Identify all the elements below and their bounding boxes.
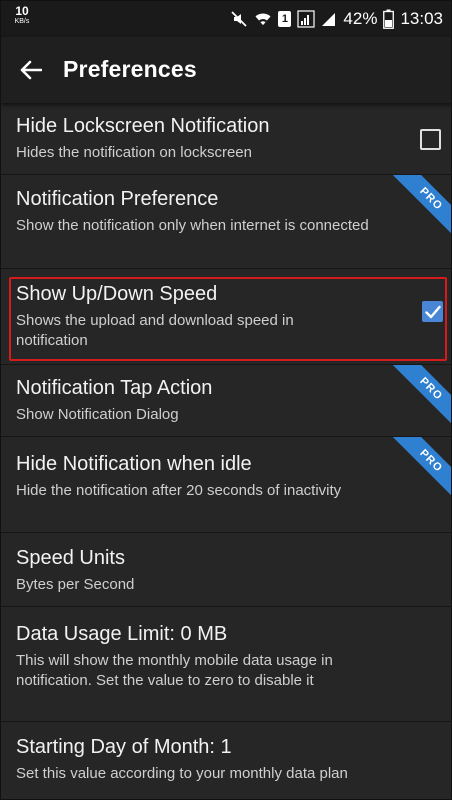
battery-percent: 42%	[343, 9, 378, 28]
signal-icon	[297, 10, 316, 28]
pref-title: Starting Day of Month: 1	[16, 736, 232, 758]
pref-summary: Show Notification Dialog	[16, 406, 179, 423]
pref-summary: Hide the notification after 20 seconds o…	[16, 482, 342, 499]
cell-signal-icon	[321, 10, 337, 28]
net-speed-value: 10	[15, 4, 29, 18]
sim-badge-icon: 1	[278, 11, 292, 27]
net-speed-unit: KB/s	[14, 18, 30, 25]
pref-summary: Show the notification only when internet…	[16, 217, 369, 234]
app-toolbar: Preferences	[1, 37, 451, 103]
pref-summary: This will show the monthly mobile data u…	[16, 652, 333, 689]
mute-icon	[230, 10, 248, 28]
wifi-icon	[254, 10, 272, 28]
checkbox-hide-lockscreen[interactable]	[420, 129, 441, 150]
app-screen: 10 KB/s 1 42% 13:03 Preferences Hide Loc…	[0, 0, 452, 800]
pref-starting-day-of-month[interactable]: Starting Day of Month: 1 Set this value …	[1, 722, 451, 799]
pro-ribbon: PRO	[391, 437, 451, 499]
pro-badge: PRO	[392, 175, 451, 237]
pref-title: Hide Lockscreen Notification	[16, 115, 270, 137]
pref-data-usage-limit[interactable]: Data Usage Limit: 0 MB This will show th…	[1, 607, 451, 722]
pref-title: Data Usage Limit: 0 MB	[16, 623, 228, 645]
pref-title: Notification Tap Action	[16, 377, 213, 399]
pref-summary: Shows the upload and download speed in n…	[16, 312, 294, 349]
pref-title: Notification Preference	[16, 188, 219, 210]
pro-ribbon: PRO	[391, 365, 451, 427]
pro-badge: PRO	[392, 437, 451, 499]
page-title: Preferences	[63, 56, 197, 82]
preferences-list: Hide Lockscreen Notification Hides the n…	[1, 103, 451, 799]
pro-ribbon: PRO	[391, 175, 451, 237]
pref-summary: Set this value according to your monthly…	[16, 765, 348, 782]
clock: 13:03	[400, 9, 443, 28]
arrow-left-icon	[20, 60, 42, 80]
pref-hide-notification-when-idle[interactable]: Hide Notification when idle Hide the not…	[1, 437, 451, 533]
pref-title: Speed Units	[16, 547, 125, 569]
status-bar: 10 KB/s 1 42% 13:03	[1, 1, 451, 37]
checkbox-show-up-down-speed[interactable]	[422, 301, 443, 322]
pro-badge: PRO	[392, 365, 451, 427]
pref-notification-tap-action[interactable]: Notification Tap Action Show Notificatio…	[1, 365, 451, 437]
pref-summary: Hides the notification on lockscreen	[16, 144, 252, 161]
check-icon	[424, 305, 441, 318]
pref-summary: Bytes per Second	[16, 576, 135, 593]
net-speed-indicator: 10 KB/s	[11, 5, 33, 25]
pref-title: Hide Notification when idle	[16, 453, 252, 475]
back-button[interactable]	[15, 54, 47, 86]
pref-hide-lockscreen-notification[interactable]: Hide Lockscreen Notification Hides the n…	[1, 103, 451, 175]
battery-icon	[383, 9, 395, 29]
pref-notification-preference[interactable]: Notification Preference Show the notific…	[1, 175, 451, 269]
pref-title: Show Up/Down Speed	[16, 283, 218, 305]
pref-speed-units[interactable]: Speed Units Bytes per Second	[1, 533, 451, 607]
pref-show-up-down-speed[interactable]: Show Up/Down Speed Shows the upload and …	[1, 269, 451, 365]
